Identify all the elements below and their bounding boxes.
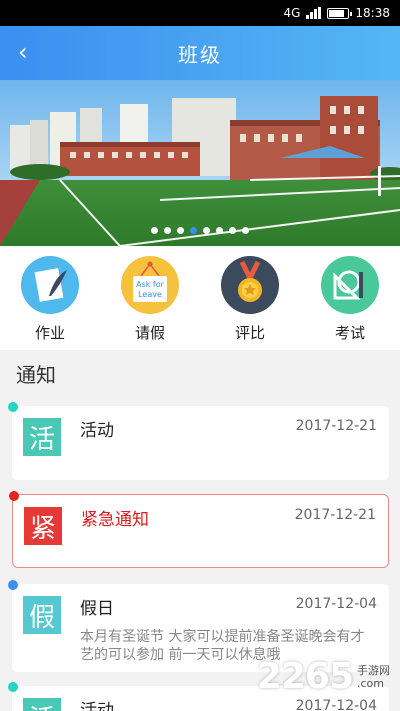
notice-date: 2017-12-04: [295, 596, 377, 612]
carousel-dot[interactable]: [216, 227, 223, 234]
leave-sign-text-2: Leave: [138, 290, 162, 299]
leave-sign-text-1: Ask for: [136, 280, 165, 289]
status-dot: [8, 402, 18, 412]
notice-title: 紧急通知: [81, 510, 149, 530]
notice-badge: 假: [23, 596, 61, 634]
signal-icon: [306, 7, 322, 19]
menu-item-label: 请假: [134, 324, 165, 342]
menu-item-ranking[interactable]: 评比: [210, 256, 290, 343]
battery-icon: [327, 7, 353, 19]
notices-heading: 通知: [16, 362, 56, 387]
status-dot: [9, 491, 19, 501]
banner-image: [0, 80, 400, 246]
carousel-dot[interactable]: [242, 227, 249, 234]
notice-date: 2017-12-21: [295, 418, 377, 434]
menu-item-leave[interactable]: Ask for Leave 请假: [110, 256, 190, 343]
menu-item-homework[interactable]: 作业: [10, 256, 90, 343]
notice-badge: 紧: [24, 507, 62, 545]
feature-menu: 作业 Ask for Leave 请假 评比 考试: [0, 246, 400, 350]
carousel-dot[interactable]: [177, 227, 184, 234]
status-bar: 4G 18:38: [0, 0, 400, 26]
medal-icon: [221, 256, 279, 314]
carousel-dot[interactable]: [229, 227, 236, 234]
carousel-indicator[interactable]: [0, 227, 400, 234]
ruler-pencil-icon: [321, 256, 379, 314]
watermark-logo: 2265 手游网 .com: [257, 656, 390, 697]
ask-for-leave-sign-icon: Ask for Leave: [121, 256, 179, 314]
clock: 18:38: [355, 6, 390, 20]
carousel-dot[interactable]: [151, 227, 158, 234]
menu-item-label: 作业: [34, 324, 65, 342]
chevron-left-icon[interactable]: ‹: [18, 38, 28, 66]
status-dot: [8, 682, 18, 692]
notice-title: 活动: [80, 421, 114, 441]
watermark-brand: 手游网: [357, 663, 390, 677]
notice-badge: 活: [23, 418, 61, 456]
notice-date: 2017-12-04: [295, 698, 377, 711]
notice-date: 2017-12-21: [294, 507, 376, 523]
title-bar: ‹ 班级: [0, 26, 400, 80]
menu-item-label: 评比: [234, 324, 265, 342]
page-title: 班级: [178, 42, 222, 67]
carousel-dot[interactable]: [203, 227, 210, 234]
menu-item-label: 考试: [334, 324, 365, 342]
network-type: 4G: [283, 6, 301, 20]
notice-title: 假日: [80, 599, 114, 619]
menu-item-exam[interactable]: 考试: [310, 256, 390, 343]
banner-carousel[interactable]: [0, 80, 400, 246]
notice-card-urgent[interactable]: 紧 紧急通知 2017-12-21: [9, 491, 389, 568]
notice-title: 活动: [80, 701, 114, 711]
carousel-dot[interactable]: [190, 227, 197, 234]
feather-pen-icon: [21, 256, 79, 314]
watermark-domain: .com: [357, 676, 384, 690]
watermark-number: 2265: [256, 656, 354, 697]
notice-badge: 活: [23, 698, 61, 711]
carousel-dot[interactable]: [164, 227, 171, 234]
status-dot: [8, 580, 18, 590]
notice-card[interactable]: 活 活动 2017-12-21: [8, 402, 389, 480]
